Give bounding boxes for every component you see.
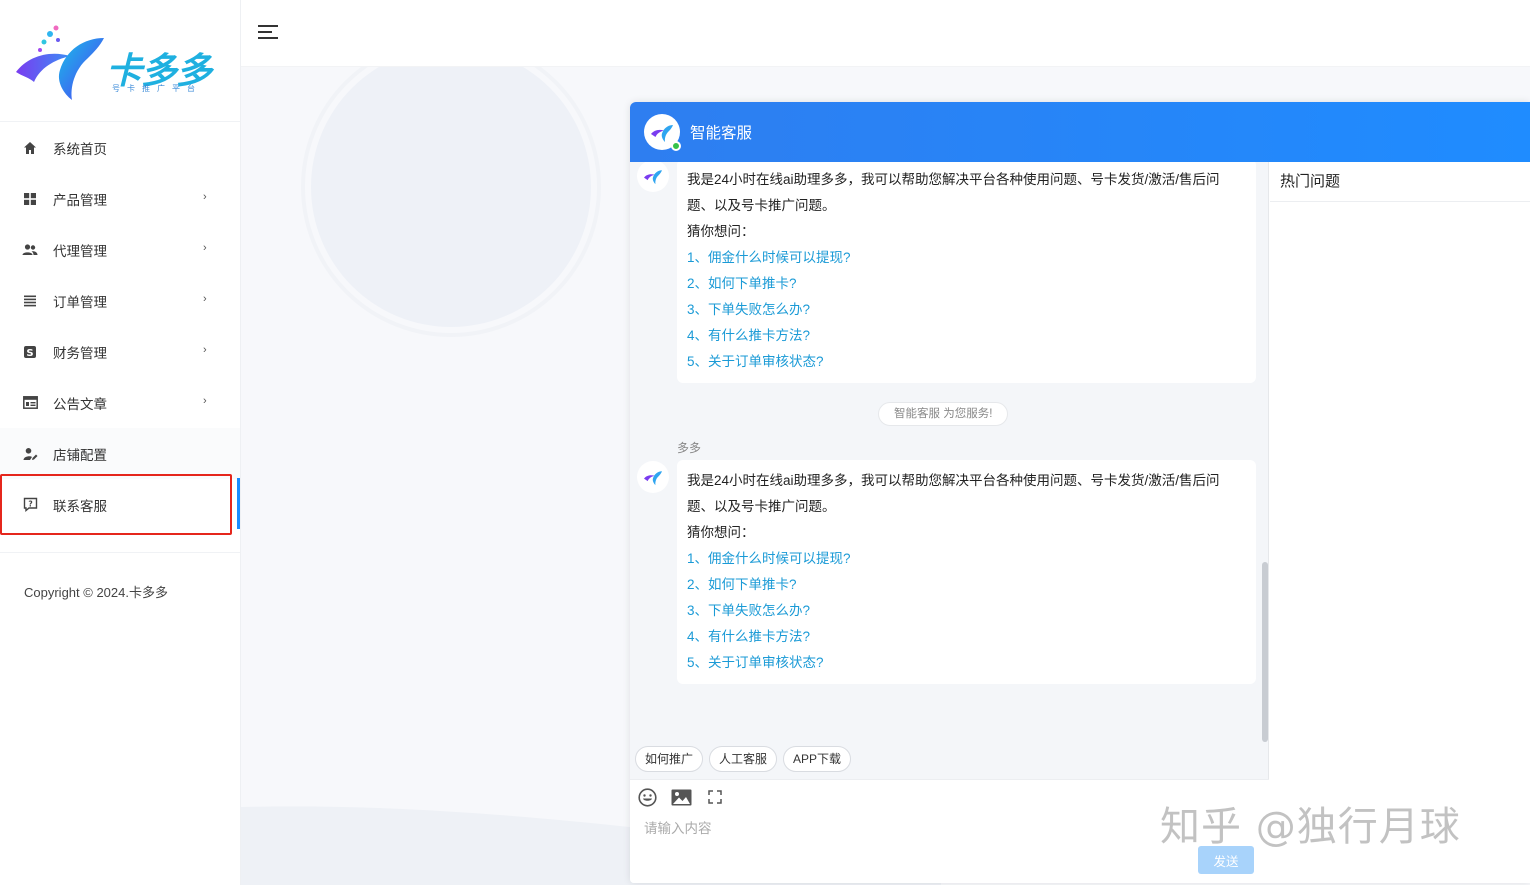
- suggested-question[interactable]: 4、有什么推卡方法?: [687, 624, 1246, 650]
- chevron-right-icon: ›: [203, 344, 207, 356]
- bot-message: 我是24小时在线ai助理多多，我可以帮助您解决平台各种使用问题、号卡发货/激活/…: [677, 460, 1256, 684]
- send-button[interactable]: 发送: [1198, 846, 1254, 874]
- sidebar-item-label: 代理管理: [53, 243, 107, 259]
- chevron-right-icon: ›: [203, 191, 207, 203]
- svg-text:S: S: [26, 348, 33, 359]
- home-icon: [22, 140, 38, 156]
- hot-questions-panel: 热门问题: [1270, 162, 1530, 883]
- bot-avatar: [644, 114, 681, 151]
- message-input[interactable]: [644, 816, 1184, 840]
- sidebar-item-home[interactable]: 系统首页: [0, 122, 240, 173]
- suggested-question[interactable]: 2、如何下单推卡?: [687, 572, 1246, 598]
- sidebar: 卡多多 号卡推广平台 系统首页 产品管理 › 代理管理 › 订单管理 › S 财…: [0, 0, 241, 885]
- sidebar-item-label: 系统首页: [53, 141, 107, 157]
- dollar-icon: S: [22, 344, 38, 360]
- sidebar-item-agents[interactable]: 代理管理 ›: [0, 224, 240, 275]
- sidebar-item-articles[interactable]: 公告文章 ›: [0, 377, 240, 428]
- chat-header: 智能客服: [630, 102, 1530, 162]
- sender-name: 多多: [677, 441, 702, 455]
- sidebar-item-label: 联系客服: [53, 498, 107, 514]
- suggested-question[interactable]: 4、有什么推卡方法?: [687, 323, 1246, 349]
- image-icon[interactable]: [670, 786, 692, 808]
- chat-window: 智能客服 我是24小时在线ai助理多多，我可以帮助您解决平台各种使用问题、号卡发…: [630, 102, 1530, 883]
- suggested-question[interactable]: 1、佣金什么时候可以提现?: [687, 546, 1246, 572]
- hot-questions-title: 热门问题: [1270, 162, 1530, 202]
- scrollbar[interactable]: [1262, 562, 1268, 742]
- active-indicator: [237, 478, 240, 529]
- guess-label: 猜你想问：: [687, 525, 755, 540]
- article-icon: [22, 395, 38, 411]
- chevron-right-icon: ›: [203, 242, 207, 254]
- top-bar: [241, 0, 1530, 67]
- bot-message: 我是24小时在线ai助理多多，我可以帮助您解决平台各种使用问题、号卡发货/激活/…: [677, 162, 1256, 383]
- sidebar-item-finance[interactable]: S 财务管理 ›: [0, 326, 240, 377]
- list-icon: [22, 293, 38, 309]
- logo[interactable]: 卡多多 号卡推广平台: [0, 0, 240, 122]
- chat-icon: ?: [22, 497, 38, 513]
- sidebar-item-contact-support[interactable]: ? 联系客服: [0, 479, 240, 530]
- sidebar-item-label: 店铺配置: [53, 447, 107, 463]
- bot-avatar: [637, 461, 669, 493]
- suggested-question[interactable]: 5、关于订单审核状态?: [687, 349, 1246, 375]
- sidebar-item-orders[interactable]: 订单管理 ›: [0, 275, 240, 326]
- suggested-question[interactable]: 5、关于订单审核状态?: [687, 650, 1246, 676]
- message-text: 我是24小时在线ai助理多多，我可以帮助您解决平台各种使用问题、号卡发货/激活/…: [687, 172, 1220, 213]
- chat-title: 智能客服: [690, 125, 753, 142]
- sidebar-item-label: 产品管理: [53, 192, 107, 208]
- sidebar-item-label: 订单管理: [53, 294, 107, 310]
- svg-text:?: ?: [28, 499, 32, 508]
- input-toolbar: [636, 786, 726, 808]
- grid-icon: [22, 191, 38, 207]
- quick-replies: 如何推广 人工客服 APP下载: [630, 746, 852, 778]
- copyright: Copyright © 2024.卡多多: [24, 585, 168, 600]
- sidebar-divider: [0, 552, 240, 553]
- sidebar-item-products[interactable]: 产品管理 ›: [0, 173, 240, 224]
- quick-reply-button[interactable]: APP下载: [783, 746, 852, 772]
- chat-conversation: 我是24小时在线ai助理多多，我可以帮助您解决平台各种使用问题、号卡发货/激活/…: [630, 162, 1269, 883]
- logo-mark-icon: [651, 125, 673, 142]
- menu-toggle-icon[interactable]: [258, 24, 278, 40]
- logo-mark-icon: [644, 170, 662, 185]
- fullscreen-icon[interactable]: [704, 786, 726, 808]
- system-tip: 智能客服 为您服务!: [878, 402, 1009, 426]
- people-icon: [22, 242, 38, 258]
- message-list[interactable]: 我是24小时在线ai助理多多，我可以帮助您解决平台各种使用问题、号卡发货/激活/…: [630, 162, 1269, 742]
- guess-label: 猜你想问：: [687, 224, 755, 239]
- online-status-dot: [671, 141, 681, 151]
- chevron-right-icon: ›: [203, 293, 207, 305]
- emoji-icon[interactable]: [636, 786, 658, 808]
- chevron-right-icon: ›: [203, 395, 207, 407]
- sidebar-item-label: 公告文章: [53, 396, 107, 412]
- brand-tagline: 号卡推广平台: [112, 84, 202, 93]
- sidebar-item-shop-config[interactable]: 店铺配置: [0, 428, 240, 479]
- user-edit-icon: [22, 446, 38, 462]
- suggested-question[interactable]: 1、佣金什么时候可以提现?: [687, 245, 1246, 271]
- quick-reply-button[interactable]: 如何推广: [635, 746, 704, 772]
- sidebar-menu: 系统首页 产品管理 › 代理管理 › 订单管理 › S 财务管理 › 公告文章 …: [0, 122, 240, 530]
- quick-reply-button[interactable]: 人工客服: [709, 746, 778, 772]
- message-text: 我是24小时在线ai助理多多，我可以帮助您解决平台各种使用问题、号卡发货/激活/…: [687, 473, 1220, 514]
- logo-mark-icon: [644, 471, 662, 486]
- input-area: 发送: [630, 779, 1269, 883]
- suggested-question[interactable]: 2、如何下单推卡?: [687, 271, 1246, 297]
- suggested-question[interactable]: 3、下单失败怎么办?: [687, 598, 1246, 624]
- bot-avatar: [637, 162, 669, 192]
- suggested-question[interactable]: 3、下单失败怎么办?: [687, 297, 1246, 323]
- logo-mark-icon: [16, 25, 104, 100]
- sidebar-item-label: 财务管理: [53, 345, 107, 361]
